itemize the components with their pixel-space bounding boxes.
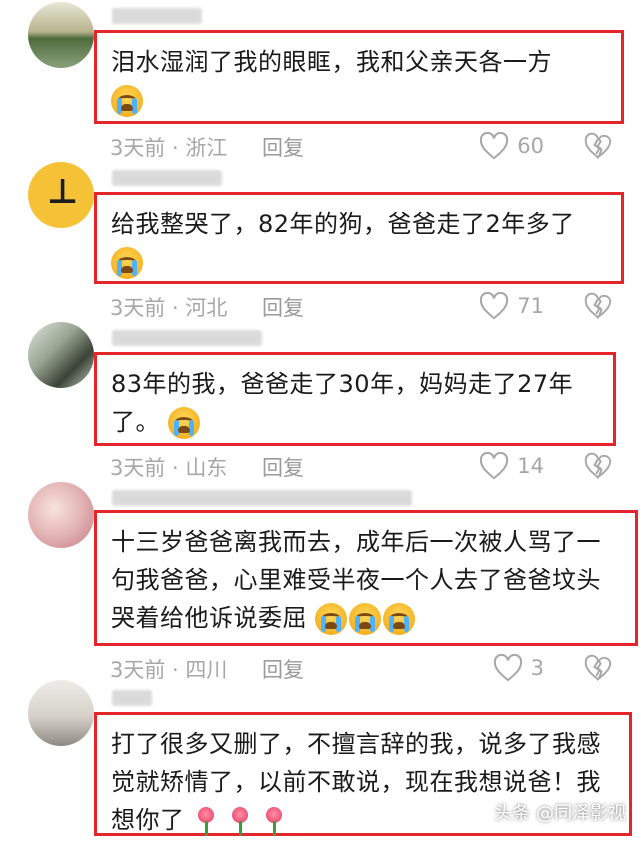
crying-face-icon [383, 603, 416, 635]
crying-face-icon [315, 603, 348, 635]
reply-button[interactable]: 回复 [262, 452, 304, 482]
avatar[interactable] [28, 482, 94, 548]
like-button[interactable]: 3 [493, 654, 544, 682]
dislike-button[interactable] [584, 452, 612, 485]
like-count: 14 [517, 454, 544, 478]
reply-button[interactable]: 回复 [262, 292, 304, 322]
crying-face-icon [168, 407, 201, 439]
avatar[interactable] [28, 680, 94, 746]
comment-meta: 3天前 · 山东 回复 14 [110, 452, 620, 486]
rose-icon [261, 805, 287, 837]
heart-icon [480, 132, 509, 160]
time-location: 3天前 · 河北 [110, 296, 228, 320]
time-location: 3天前 · 浙江 [110, 136, 228, 160]
avatar[interactable] [28, 322, 94, 388]
watermark: 头条 @同泽影视 [494, 803, 626, 824]
like-button[interactable]: 14 [479, 452, 544, 480]
avatar[interactable]: ⊥ [28, 162, 94, 228]
time-location: 3天前 · 山东 [110, 456, 228, 480]
comment-text: 泪水湿润了我的眼眶，我和父亲天各一方 [111, 48, 552, 76]
like-count: 3 [530, 656, 544, 680]
username-blurred[interactable] [112, 690, 152, 706]
time-location: 3天前 · 四川 [110, 658, 228, 682]
username-blurred[interactable] [112, 8, 202, 24]
comment-meta: 3天前 · 四川 回复 3 [110, 654, 620, 688]
broken-heart-icon [584, 654, 612, 682]
username-blurred[interactable] [112, 490, 412, 506]
dislike-button[interactable] [584, 132, 612, 165]
rose-icon [227, 805, 253, 837]
like-count: 71 [517, 294, 544, 318]
avatar[interactable] [28, 2, 94, 68]
comment-meta: 3天前 · 浙江 回复 60 [110, 132, 620, 166]
like-button[interactable]: 60 [479, 132, 544, 160]
username-blurred[interactable] [112, 170, 222, 186]
comment-content-highlighted: 83年的我，爸爸走了30年，妈妈走了27年了。 [94, 352, 616, 446]
like-button[interactable]: 71 [479, 292, 544, 320]
heart-icon [493, 654, 522, 682]
crying-face-icon [349, 603, 382, 635]
crying-face-icon [111, 247, 143, 279]
comment-content-highlighted: 泪水湿润了我的眼眶，我和父亲天各一方 [94, 30, 624, 124]
broken-heart-icon [584, 132, 612, 160]
dislike-button[interactable] [584, 654, 612, 687]
username-blurred[interactable] [112, 330, 262, 346]
heart-icon [480, 292, 509, 320]
rose-icon [193, 805, 219, 837]
comment-content-highlighted: 给我整哭了，82年的狗，爸爸走了2年多了 [94, 192, 624, 284]
comment-meta: 3天前 · 河北 回复 71 [110, 292, 620, 326]
comment-text: 给我整哭了，82年的狗，爸爸走了2年多了 [111, 210, 575, 238]
like-count: 60 [517, 134, 544, 158]
reply-button[interactable]: 回复 [262, 132, 304, 162]
broken-heart-icon [584, 292, 612, 320]
comment-content-highlighted: 十三岁爸爸离我而去，成年后一次被人骂了一句我爸爸，心里难受半夜一个人去了爸爸坟头… [94, 510, 638, 646]
heart-icon [480, 452, 509, 480]
dislike-button[interactable] [584, 292, 612, 325]
reply-button[interactable]: 回复 [262, 654, 304, 684]
broken-heart-icon [584, 452, 612, 480]
crying-face-icon [111, 85, 143, 117]
